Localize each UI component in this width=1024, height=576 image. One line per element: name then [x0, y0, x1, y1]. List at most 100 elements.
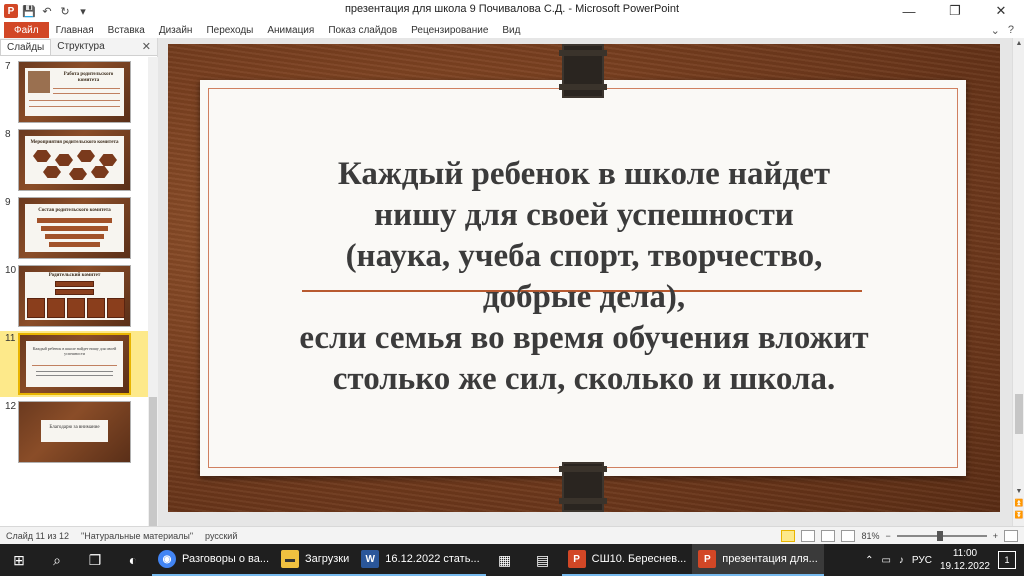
- current-slide[interactable]: Каждый ребенок в школе найдет нишу для с…: [168, 44, 1000, 512]
- taskbar-app-powerpoint-1[interactable]: P СШ10. Береснев...: [561, 544, 693, 576]
- taskbar-app-label: презентация для...: [722, 553, 818, 565]
- scrollbar-thumb[interactable]: [149, 397, 157, 537]
- redo-icon[interactable]: ↻: [58, 4, 72, 18]
- slide-preview: Родительский комитет: [18, 265, 131, 327]
- close-button[interactable]: ✕: [978, 0, 1024, 22]
- scroll-down-icon[interactable]: ▼: [1013, 486, 1024, 498]
- calculator-icon[interactable]: ▦: [486, 544, 524, 576]
- slide-preview-title: Каждый ребенок в школе найдет нишу для с…: [32, 346, 117, 356]
- chrome-icon: ◉: [158, 550, 176, 568]
- slide-text-line: если семья во время обучения вложит: [299, 320, 869, 356]
- clock[interactable]: 11:00 19.12.2022: [940, 547, 990, 573]
- tab-file[interactable]: Файл: [4, 22, 49, 38]
- slide-preview-title: Состав родительского комитета: [38, 208, 111, 213]
- tab-slideshow[interactable]: Показ слайдов: [321, 22, 404, 38]
- taskbar-app-powerpoint-2[interactable]: P презентация для...: [692, 544, 824, 576]
- clock-time: 11:00: [952, 548, 978, 559]
- tab-design[interactable]: Дизайн: [152, 22, 200, 38]
- slide-number: 12: [5, 401, 17, 412]
- slide-body-text[interactable]: Каждый ребенок в школе найдет нишу для с…: [168, 154, 1000, 400]
- clip-bottom: [559, 462, 607, 512]
- tab-transitions[interactable]: Переходы: [199, 22, 260, 38]
- powerpoint-logo-icon[interactable]: P: [4, 4, 18, 18]
- editor-scrollbar[interactable]: ▲ ▼ ⏫ ⏬: [1012, 38, 1024, 526]
- tab-home[interactable]: Главная: [49, 22, 101, 38]
- edge-icon[interactable]: ◐: [114, 544, 152, 576]
- slides-panel: Слайды Структура ✕ 7 Работа родительског…: [0, 38, 158, 537]
- slide-preview-title: Родительский комитет: [48, 273, 101, 278]
- slide-thumbnail-11[interactable]: 11 Каждый ребенок в школе найдет нишу дл…: [0, 331, 148, 397]
- tab-outline[interactable]: Структура: [51, 39, 110, 54]
- zoom-slider[interactable]: [896, 531, 987, 541]
- network-icon[interactable]: ▭: [881, 555, 890, 566]
- scroll-up-icon[interactable]: ▲: [1013, 40, 1024, 52]
- tab-insert[interactable]: Вставка: [101, 22, 152, 38]
- windows-taskbar: ⊞ ⌕ ❐ ◐ ◉ Разговоры о ва... ▬ Загрузки W…: [0, 544, 1024, 576]
- taskbar-app-chrome[interactable]: ◉ Разговоры о ва...: [152, 544, 275, 576]
- slide-thumbnail-10[interactable]: 10 Родительский комитет: [0, 263, 148, 329]
- save-icon[interactable]: 💾: [22, 4, 36, 18]
- zoom-in-button[interactable]: +: [993, 531, 998, 541]
- slide-thumbnail-8[interactable]: 8 Мероприятия родительского комитета: [0, 127, 148, 193]
- taskbar-app-label: Разговоры о ва...: [182, 553, 269, 565]
- tab-animation[interactable]: Анимация: [260, 22, 321, 38]
- task-view-icon[interactable]: ❐: [76, 544, 114, 576]
- scrollbar-thumb[interactable]: [1015, 394, 1023, 434]
- show-hidden-icons-icon[interactable]: ⌃: [865, 555, 873, 566]
- language-indicator[interactable]: РУС: [912, 555, 932, 566]
- minimize-button[interactable]: —: [886, 0, 932, 22]
- slide-sorter-button[interactable]: [801, 530, 816, 542]
- slide-text-line: нишу для своей успешности: [374, 197, 794, 233]
- slide-thumbnail-7[interactable]: 7 Работа родительского комитета: [0, 59, 148, 125]
- powerpoint-icon: P: [567, 550, 586, 568]
- slideshow-button[interactable]: [841, 530, 856, 542]
- notifications-icon[interactable]: 1: [998, 551, 1016, 569]
- slide-preview-title: Мероприятия родительского комитета: [30, 140, 119, 145]
- slide-thumbnail-9[interactable]: 9 Состав родительского комитета: [0, 195, 148, 261]
- volume-icon[interactable]: ♪: [899, 555, 904, 566]
- expand-ribbon-icon[interactable]: ⌄: [991, 24, 1000, 37]
- theme-name: "Натуральные материалы": [81, 530, 194, 541]
- calendar-icon[interactable]: ▤: [524, 544, 562, 576]
- zoom-slider-handle[interactable]: [936, 531, 943, 541]
- slide-text-line: Каждый ребенок в школе найдет: [337, 156, 831, 192]
- title-bar: P 💾 ↶ ↻ ▾ презентация для школа 9 Почива…: [0, 0, 1024, 22]
- next-slide-icon[interactable]: ⏬: [1013, 510, 1024, 522]
- slide-text-line: (наука, учеба спорт, творчество,: [345, 238, 823, 274]
- reading-view-button[interactable]: [821, 530, 836, 542]
- search-icon[interactable]: ⌕: [38, 544, 76, 576]
- taskbar-app-explorer[interactable]: ▬ Загрузки: [275, 544, 356, 576]
- slide-thumbnail-12[interactable]: 12 Благодарю за внимание: [0, 399, 148, 465]
- slide-text-line: добрые дела),: [482, 279, 686, 315]
- taskbar-app-word[interactable]: W 16.12.2022 стать...: [355, 544, 486, 576]
- customize-qat-icon[interactable]: ▾: [76, 4, 90, 18]
- undo-icon[interactable]: ↶: [40, 4, 54, 18]
- fit-to-window-button[interactable]: [1004, 530, 1018, 542]
- slide-text-line: столько же сил, сколько и школа.: [332, 361, 836, 397]
- quick-access-toolbar: P 💾 ↶ ↻ ▾: [0, 0, 90, 22]
- slide-number: 9: [5, 197, 11, 208]
- windows-start-icon[interactable]: ⊞: [0, 544, 38, 576]
- normal-view-button[interactable]: [781, 530, 796, 542]
- slide-preview: Каждый ребенок в школе найдет нишу для с…: [18, 333, 131, 395]
- zoom-level[interactable]: 81%: [861, 531, 879, 541]
- slide-preview: Благодарю за внимание: [18, 401, 131, 463]
- help-icon[interactable]: ?: [1008, 24, 1014, 37]
- language-indicator[interactable]: русский: [199, 531, 243, 541]
- slide-preview: Состав родительского комитета: [18, 197, 131, 259]
- word-icon: W: [361, 550, 380, 568]
- slide-counter: Слайд 11 из 12: [6, 530, 70, 541]
- tab-slides[interactable]: Слайды: [0, 38, 52, 55]
- zoom-out-button[interactable]: −: [885, 531, 890, 541]
- tab-view[interactable]: Вид: [495, 22, 527, 38]
- window-controls: — ❐ ✕: [886, 0, 1024, 22]
- slide-number: 7: [5, 61, 11, 72]
- panel-tabs: Слайды Структура ✕: [0, 38, 157, 56]
- tab-review[interactable]: Рецензирование: [404, 22, 495, 38]
- restore-button[interactable]: ❐: [932, 0, 978, 22]
- page-nav: ▼ ⏫ ⏬: [1013, 486, 1024, 522]
- previous-slide-icon[interactable]: ⏫: [1013, 498, 1024, 510]
- close-panel-icon[interactable]: ✕: [142, 40, 151, 53]
- thumbnail-scrollbar[interactable]: [148, 57, 158, 537]
- taskbar-app-label: 16.12.2022 стать...: [385, 553, 480, 565]
